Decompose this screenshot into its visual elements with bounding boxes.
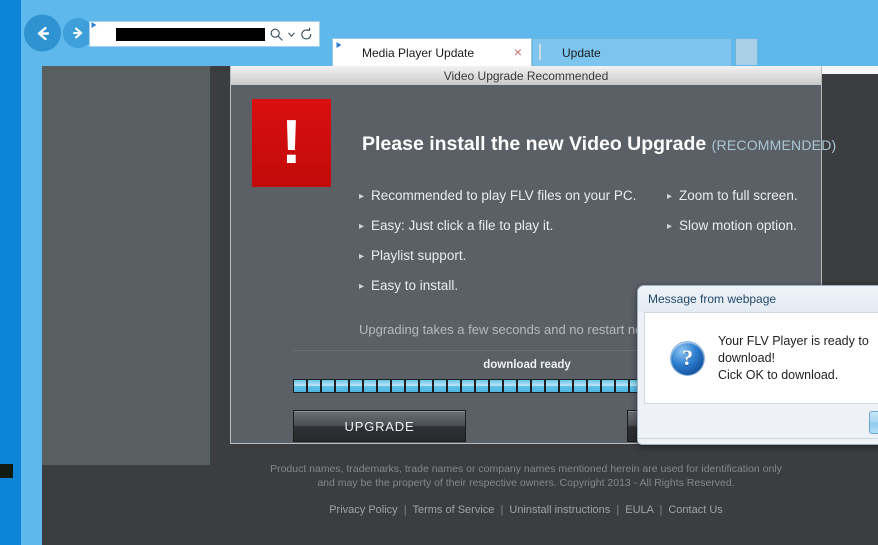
message-from-webpage-dialog: Message from webpage ? Your FLV Player i… <box>637 285 878 445</box>
progress-segment <box>504 380 516 392</box>
disclaimer-line-1: Product names, trademarks, trade names o… <box>270 463 782 475</box>
upgrade-note: Upgrading takes a few seconds and no res… <box>359 322 675 337</box>
link-separator: | <box>500 504 504 516</box>
upgrade-button[interactable]: UPGRADE <box>293 410 466 442</box>
progress-segment <box>462 380 474 392</box>
page-left-panel <box>42 66 210 465</box>
progress-segment <box>350 380 362 392</box>
bullet-triangle-icon: ▸ <box>359 281 365 292</box>
page-title: Please install the new Video Upgrade (RE… <box>362 133 836 156</box>
bullet-triangle-icon: ▸ <box>359 251 365 262</box>
progress-segment <box>574 380 586 392</box>
new-tab-button[interactable] <box>735 38 758 65</box>
progress-segment <box>406 380 418 392</box>
progress-segment <box>476 380 488 392</box>
footer-link-terms-of-service[interactable]: Terms of Service <box>412 504 494 516</box>
progress-segment <box>420 380 432 392</box>
browser-window: Media Player Update × Update Video Upgra… <box>21 0 878 545</box>
progress-segment <box>560 380 572 392</box>
bullet-triangle-icon: ▸ <box>667 191 673 202</box>
headline-main: Please install the new Video Upgrade <box>362 133 707 155</box>
tab-title: Media Player Update <box>362 45 475 60</box>
list-item-label: Easy to install. <box>371 278 459 293</box>
list-item: ▸ Easy to install. <box>359 278 659 295</box>
footer-link-eula[interactable]: EULA <box>625 504 653 516</box>
progress-segment <box>602 380 614 392</box>
progress-segment <box>490 380 502 392</box>
close-icon[interactable]: × <box>511 45 525 60</box>
progress-segment <box>378 380 390 392</box>
dialog-body: ? Your FLV Player is ready to download! … <box>644 312 878 404</box>
divider <box>638 438 878 439</box>
tab-update[interactable]: Update <box>532 38 732 66</box>
list-item: ▸ Recommended to play FLV files on your … <box>359 188 659 205</box>
ok-button[interactable]: OK <box>869 411 878 434</box>
list-item-label: Easy: Just click a file to play it. <box>371 218 554 233</box>
page-footer: Product names, trademarks, trade names o… <box>230 462 822 516</box>
list-item-label: Zoom to full screen. <box>679 188 798 203</box>
dialog-title: Message from webpage <box>638 286 878 312</box>
feature-list-left: ▸ Recommended to play FLV files on your … <box>359 188 659 308</box>
bullet-triangle-icon: ▸ <box>359 191 365 202</box>
footer-link-privacy-policy[interactable]: Privacy Policy <box>329 504 397 516</box>
progress-segment <box>392 380 404 392</box>
footer-links: Privacy Policy | Terms of Service | Unin… <box>230 504 822 516</box>
link-separator: | <box>659 504 663 516</box>
progress-segment <box>294 380 306 392</box>
progress-segment <box>532 380 544 392</box>
question-mark-icon: ? <box>671 341 704 375</box>
bullet-triangle-icon: ▸ <box>359 221 365 232</box>
dialog-footer: OK <box>638 404 878 444</box>
page-content: Video Upgrade Recommended ! Please insta… <box>42 66 878 545</box>
list-item: ▸ Easy: Just click a file to play it. <box>359 218 659 235</box>
desktop-edge <box>0 0 21 545</box>
tab-strip: Media Player Update × Update <box>21 38 878 66</box>
headline-note: (RECOMMENDED) <box>711 137 837 153</box>
progress-segment <box>518 380 530 392</box>
progress-segment <box>616 380 628 392</box>
progress-segment <box>448 380 460 392</box>
list-item-label: Slow motion option. <box>679 218 797 233</box>
alert-exclamation-icon: ! <box>252 99 331 187</box>
panel-title: Video Upgrade Recommended <box>231 66 821 85</box>
browser-toolbar: Media Player Update × Update <box>21 0 878 66</box>
disclaimer-line-2: and may be the property of their respect… <box>317 477 735 489</box>
progress-segment <box>434 380 446 392</box>
progress-segment <box>364 380 376 392</box>
progress-segment <box>588 380 600 392</box>
dialog-message-line-2: Cick OK to download. <box>718 367 839 382</box>
tab-title: Update <box>562 45 601 60</box>
list-item-label: Playlist support. <box>371 248 467 263</box>
footer-link-contact-us[interactable]: Contact Us <box>668 504 722 516</box>
list-item: ▸ Playlist support. <box>359 248 659 265</box>
progress-segment <box>308 380 320 392</box>
blank-page-favicon <box>539 43 555 61</box>
dialog-message-line-1: Your FLV Player is ready to download! <box>718 333 869 365</box>
edge-artifact <box>0 464 13 478</box>
dialog-message: Your FLV Player is ready to download! Ci… <box>718 333 878 384</box>
link-separator: | <box>616 504 620 516</box>
media-player-favicon <box>336 41 355 61</box>
tab-media-player-update[interactable]: Media Player Update × <box>332 38 532 66</box>
bullet-triangle-icon: ▸ <box>667 221 673 232</box>
progress-segment <box>546 380 558 392</box>
footer-link-uninstall-instructions[interactable]: Uninstall instructions <box>509 504 610 516</box>
list-item-label: Recommended to play FLV files on your PC… <box>371 188 637 203</box>
alert-mark: ! <box>281 107 302 177</box>
list-item: ▸ Zoom to full screen. <box>667 188 847 205</box>
progress-segment <box>322 380 334 392</box>
list-item: ▸ Slow motion option. <box>667 218 847 235</box>
progress-segment <box>336 380 348 392</box>
feature-list-right: ▸ Zoom to full screen. ▸ Slow motion opt… <box>667 188 847 248</box>
link-separator: | <box>403 504 407 516</box>
